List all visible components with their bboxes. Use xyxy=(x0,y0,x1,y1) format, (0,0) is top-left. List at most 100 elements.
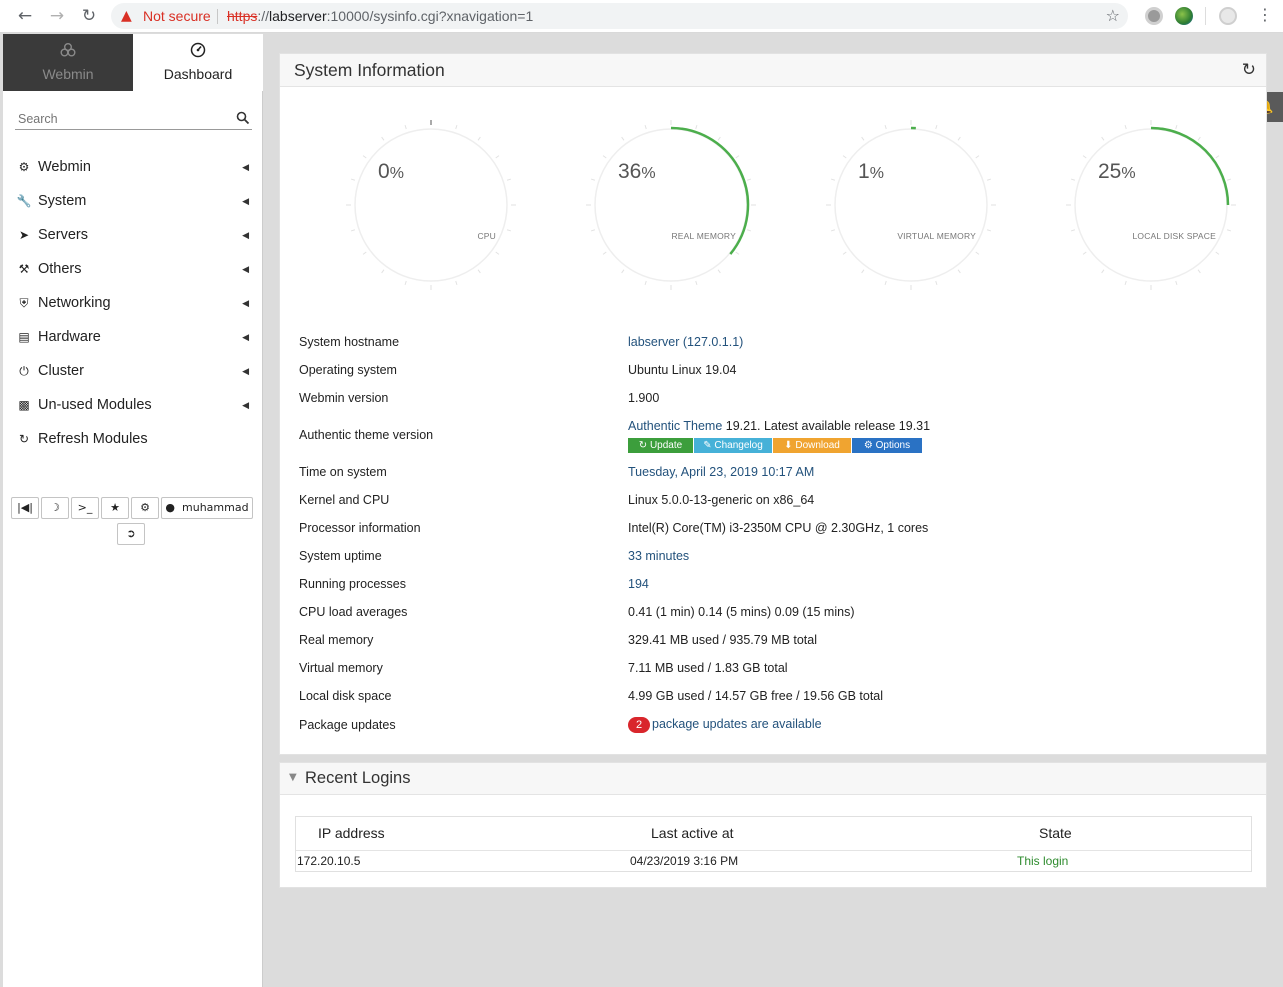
row-label: Processor information xyxy=(299,521,421,535)
gauge-tick xyxy=(404,280,407,286)
gauge-number: 1 xyxy=(858,160,870,183)
ip-cell: 172.20.10.5 xyxy=(297,854,361,868)
url-text[interactable]: https://labserver:10000/sysinfo.cgi?xnav… xyxy=(227,3,533,29)
row-label: Local disk space xyxy=(299,689,392,703)
row-label: System hostname xyxy=(299,335,400,349)
theme-config-button[interactable]: ⚙ xyxy=(131,497,159,519)
gauge-tick xyxy=(1215,251,1220,255)
update-button[interactable]: ↻ Update xyxy=(628,438,693,453)
sidebar-item-label: Servers xyxy=(38,227,88,243)
panel-header: System Information ↻ xyxy=(280,54,1266,87)
caret-left-icon: ◀ xyxy=(242,264,249,274)
hostname-link[interactable]: labserver (127.0.1.1) xyxy=(628,335,743,349)
gauge-tick xyxy=(957,269,961,274)
gauge-value: 25% xyxy=(1098,160,1136,184)
edit-icon: ✎ xyxy=(703,440,712,451)
processes-link[interactable]: 194 xyxy=(628,577,649,591)
hdd-icon: ▤ xyxy=(18,330,30,344)
caret-down-icon[interactable]: ▼ xyxy=(289,772,297,783)
sidebar-item-servers[interactable]: ➤ Servers ◀ xyxy=(16,223,253,247)
tab-dashboard[interactable]: Dashboard xyxy=(133,34,263,91)
sidebar-item-unused-modules[interactable]: ▩ Un-used Modules ◀ xyxy=(16,393,253,417)
logins-table: IP address Last active at State 172.20.1… xyxy=(295,816,1252,872)
extension-globe-icon[interactable] xyxy=(1175,7,1193,25)
reload-icon[interactable]: ↻ xyxy=(79,6,99,26)
sidebar-item-networking[interactable]: ⛨ Networking ◀ xyxy=(16,291,253,315)
gauge-tick xyxy=(1070,229,1076,232)
gauge-tick xyxy=(404,124,407,130)
warning-icon: ▲ xyxy=(121,8,132,24)
forward-arrow-icon[interactable]: → xyxy=(47,6,67,26)
browser-menu-icon[interactable]: ⋮ xyxy=(1257,5,1273,24)
gauge-tick xyxy=(506,229,512,232)
shield-icon: ⛨ xyxy=(19,296,29,310)
gauge-label: REAL MEMORY xyxy=(671,231,736,241)
download-button[interactable]: ⬇ Download xyxy=(773,438,851,453)
system-information-panel: System Information ↻ 0% CPU 36% REAL MEM… xyxy=(279,53,1267,755)
processor-value: Intel(R) Core(TM) i3-2350M CPU @ 2.30GHz… xyxy=(628,521,929,535)
sidebar-item-cluster[interactable]: ⏻ Cluster ◀ xyxy=(16,359,253,383)
cogs-icon: ⚙ xyxy=(863,440,873,451)
gauge-tick xyxy=(1215,155,1220,159)
not-secure-label[interactable]: Not secure xyxy=(143,3,211,29)
real-memory-value: 329.41 MB used / 935.79 MB total xyxy=(628,633,818,647)
gauge-number: 36 xyxy=(618,160,642,183)
load-value: 0.41 (1 min) 0.14 (5 mins) 0.09 (15 mins… xyxy=(628,605,855,619)
gauge-tick xyxy=(455,280,458,286)
options-button[interactable]: ⚙ Options xyxy=(852,438,922,453)
gauge-tick xyxy=(884,124,887,130)
virtual-memory-gauge: 1% VIRTUAL MEMORY xyxy=(826,120,996,290)
gauge-tick xyxy=(717,269,721,274)
sidebar-item-refresh-modules[interactable]: ↻ Refresh Modules xyxy=(16,427,253,451)
gauge-label: LOCAL DISK SPACE xyxy=(1132,231,1216,241)
toggle-sidebar-button[interactable]: |◀| xyxy=(11,497,39,519)
gauge-ring xyxy=(1066,120,1236,290)
gauge-ring xyxy=(586,120,756,290)
search-icon[interactable] xyxy=(236,110,250,125)
changelog-button[interactable]: ✎ Changelog xyxy=(694,438,772,453)
state-cell: This login xyxy=(1017,854,1069,868)
kernel-value: Linux 5.0.0-13-generic on x86_64 xyxy=(628,493,815,507)
row-label: Running processes xyxy=(299,577,407,591)
logout-button[interactable]: ➲ xyxy=(117,523,145,545)
webmin-logo-icon xyxy=(3,42,133,60)
search-input[interactable] xyxy=(15,109,215,129)
tab-webmin[interactable]: Webmin xyxy=(3,34,133,91)
time-cell: 04/23/2019 3:16 PM xyxy=(630,854,739,868)
extension-record-icon[interactable] xyxy=(1145,7,1163,25)
uptime-link[interactable]: 33 minutes xyxy=(628,549,689,563)
caret-left-icon: ◀ xyxy=(242,298,249,308)
sidebar: Webmin Dashboard ⚙ Webmin ◀ 🔧 System ◀ ➤… xyxy=(3,34,263,987)
bookmark-star-icon[interactable]: ☆ xyxy=(1106,3,1120,29)
caret-left-icon: ◀ xyxy=(242,162,249,172)
panel-header[interactable]: ▼ Recent Logins xyxy=(280,763,1266,795)
sidebar-item-system[interactable]: 🔧 System ◀ xyxy=(16,189,253,213)
favorites-button[interactable]: ★ xyxy=(101,497,129,519)
webmin-version-value: 1.900 xyxy=(628,391,660,405)
package-updates-link[interactable]: package updates are available xyxy=(652,717,822,731)
user-button[interactable]: ● muhammad xyxy=(161,497,253,519)
gauge-ring xyxy=(346,120,516,290)
updates-count-badge[interactable]: 2 xyxy=(628,717,650,733)
profile-avatar-icon[interactable] xyxy=(1219,7,1237,25)
sidebar-item-webmin[interactable]: ⚙ Webmin ◀ xyxy=(16,155,253,179)
gauge-tick xyxy=(1226,178,1232,181)
authentic-theme-link[interactable]: Authentic Theme xyxy=(628,419,722,433)
refresh-icon: ↻ xyxy=(638,440,648,451)
omnibox-divider xyxy=(217,9,218,24)
time-link[interactable]: Tuesday, April 23, 2019 10:17 AM xyxy=(628,465,814,479)
address-bar[interactable]: ▲ Not secure https://labserver:10000/sys… xyxy=(111,3,1128,29)
virtual-memory-value: 7.11 MB used / 1.83 GB total xyxy=(628,661,788,675)
gauge-tick xyxy=(861,269,865,274)
sidebar-item-hardware[interactable]: ▤ Hardware ◀ xyxy=(16,325,253,349)
night-mode-button[interactable]: ☽ xyxy=(41,497,69,519)
gauge-tick xyxy=(590,178,596,181)
back-arrow-icon[interactable]: ← xyxy=(15,6,35,26)
caret-left-icon: ◀ xyxy=(242,230,249,240)
sidebar-item-others[interactable]: ⚒ Others ◀ xyxy=(16,257,253,281)
url-host: labserver xyxy=(269,8,327,24)
terminal-button[interactable]: >_ xyxy=(71,497,99,519)
row-label: CPU load averages xyxy=(299,605,408,619)
gauge-percent: % xyxy=(1121,165,1136,182)
refresh-icon[interactable]: ↻ xyxy=(1242,60,1256,80)
